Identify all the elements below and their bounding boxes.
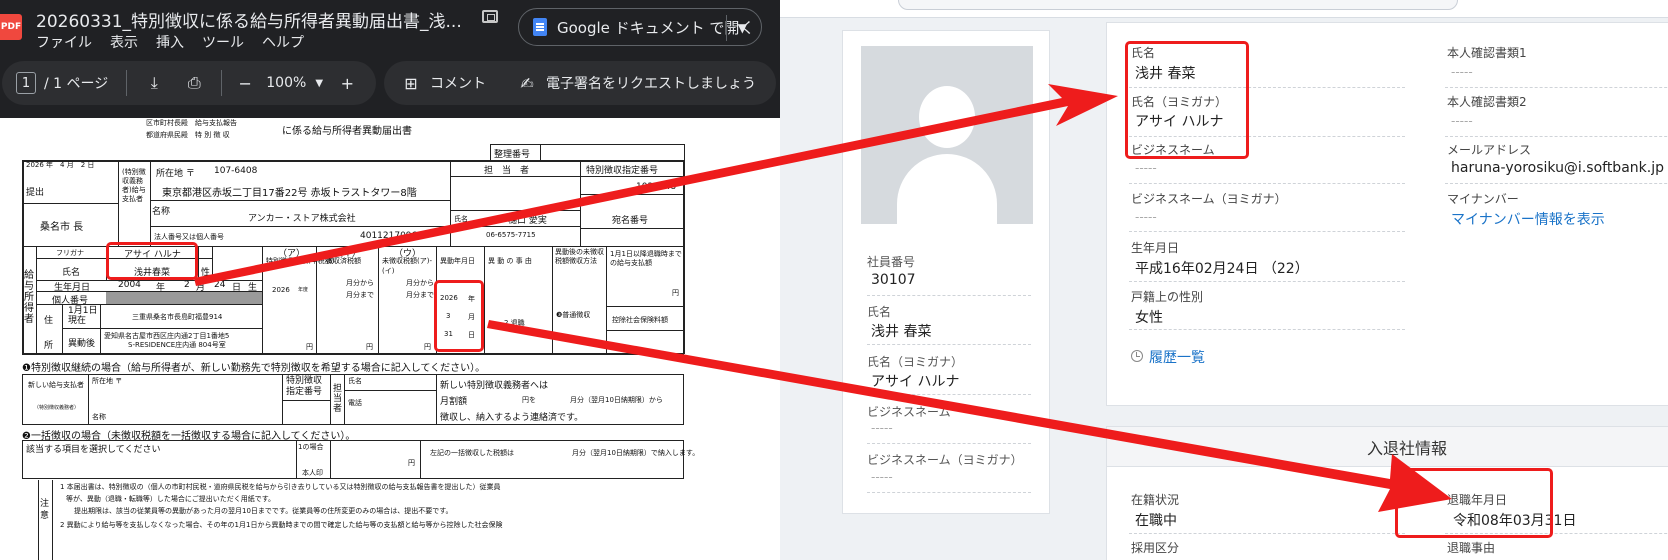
- signature-icon[interactable]: ✍: [516, 74, 538, 93]
- join-leave-title: 入退社情報: [1107, 427, 1668, 467]
- pdf-file-icon: PDF: [0, 14, 22, 40]
- profile-name: 浅井 春菜: [871, 324, 932, 340]
- jan1-address: 三重県桑名市長島町福豊914: [132, 313, 223, 321]
- highlight-hr-name: [1125, 41, 1249, 159]
- birth-day: 24: [214, 280, 226, 290]
- employee-number: 30107: [871, 272, 916, 288]
- hr-topbar: [780, 0, 1668, 18]
- menu-view[interactable]: 表示: [110, 32, 138, 52]
- pdf-page: 区市町村長殿 給与支払報告 都道府県民殿 特 別 徴 収 に係る給与所得者異動届…: [0, 118, 780, 560]
- comment-button[interactable]: コメント: [430, 73, 486, 93]
- annotation-group: ⊞ コメント ✍ 電子署名をリクエストしましょう: [384, 61, 776, 105]
- page-zoom-group: 1 / 1 ページ ⤓ ⎙ − 100% ▼ +: [2, 61, 376, 105]
- print-icon[interactable]: ⎙: [183, 73, 205, 93]
- open-with-label: Google ドキュメント で開く: [557, 18, 755, 37]
- hr-app: 社員番号 30107 氏名 浅井 春菜 氏名（ヨミガナ） アサイ ハルナ ビジネ…: [780, 0, 1668, 560]
- move-reason: 2 退職: [504, 319, 525, 327]
- company-address: 東京都港区赤坂二丁目17番22号 赤坂トラストタワー8階: [162, 188, 417, 199]
- menu-file[interactable]: ファイル: [36, 32, 92, 52]
- history-icon[interactable]: [1131, 350, 1143, 362]
- highlight-pdf-employee-name: [106, 242, 198, 280]
- mynumber-link[interactable]: マイナンバー情報を表示: [1451, 209, 1605, 229]
- highlight-hr-retire-date: [1395, 468, 1553, 538]
- pdf-viewer: PDF 20260331_特別徴収に係る給与所得者異動届出書_浅... ファイル…: [0, 0, 780, 560]
- zoom-out-icon[interactable]: −: [234, 74, 256, 93]
- avatar-body: [897, 154, 997, 224]
- info-birthdate: 平成16年02月24日 （22）: [1135, 261, 1309, 277]
- form-title: に係る給与所得者異動届出書: [282, 126, 412, 137]
- move-to-folder-icon[interactable]: [482, 10, 498, 23]
- open-with-google-docs-button[interactable]: Google ドキュメント で開く ▼: [518, 8, 762, 46]
- new-address-line2: S-RESIDENCE庄内通 804号室: [128, 341, 226, 349]
- menu-insert[interactable]: 挿入: [156, 32, 184, 52]
- google-docs-icon: [533, 18, 547, 36]
- highlight-pdf-move-date: [434, 280, 484, 352]
- menu-bar: ファイル 表示 挿入 ツール ヘルプ: [36, 32, 304, 52]
- birth-month: 2: [184, 280, 190, 290]
- avatar-head: [919, 86, 975, 148]
- menu-help[interactable]: ヘルプ: [262, 32, 304, 52]
- birth-year: 2004: [118, 280, 141, 290]
- contact-phone: 06-6575-7715: [486, 231, 536, 239]
- page-total: / 1 ページ: [44, 76, 109, 92]
- menu-tools[interactable]: ツール: [202, 32, 244, 52]
- company-name: アンカー・ストア株式会社: [248, 214, 356, 224]
- request-esign-button[interactable]: 電子署名をリクエストしましょう: [546, 73, 756, 93]
- search-bar[interactable]: [898, 0, 1458, 10]
- add-comment-icon[interactable]: ⊞: [400, 74, 422, 93]
- avatar: [861, 46, 1033, 224]
- info-sex: 女性: [1135, 310, 1163, 326]
- pdf-toolbar: 1 / 1 ページ ⤓ ⎙ − 100% ▼ + ⊞ コメント ✍ 電子署名をリ…: [0, 58, 780, 108]
- profile-kana: アサイ ハルナ: [871, 374, 960, 390]
- submit-date: 2026 年 4 月 2 日: [26, 161, 95, 169]
- profile-card: 社員番号 30107 氏名 浅井 春菜 氏名（ヨミガナ） アサイ ハルナ ビジネ…: [842, 30, 1050, 514]
- info-email: haruna-yorosiku@i.softbank.jp: [1451, 160, 1664, 176]
- zoom-dropdown-icon[interactable]: ▼: [308, 78, 330, 89]
- zoom-level[interactable]: 100%: [266, 75, 306, 91]
- basic-info-card: 氏名 浅井 春菜 氏名（ヨミガナ） アサイ ハルナ ビジネスネーム ----- …: [1106, 22, 1668, 406]
- pdf-viewer-header: PDF 20260331_特別徴収に係る給与所得者異動届出書_浅... ファイル…: [0, 0, 780, 118]
- join-leave-card: 入退社情報 在籍状況 在職中 採用区分 退職年月日 令和08年03月31日 退職…: [1106, 426, 1668, 560]
- page-number-input[interactable]: 1: [16, 72, 36, 94]
- corporate-number: 4011217096: [360, 231, 418, 241]
- employment-status: 在職中: [1135, 513, 1177, 529]
- download-icon[interactable]: ⤓: [143, 73, 165, 93]
- zoom-in-icon[interactable]: +: [336, 74, 358, 93]
- document-title[interactable]: 20260331_特別徴収に係る給与所得者異動届出書_浅...: [36, 7, 462, 32]
- history-link[interactable]: 履歴一覧: [1149, 347, 1205, 367]
- section1-title: ❶特別徴収継続の場合（給与所得者が、新しい勤務先で特別徴収を希望する場合に記入し…: [22, 363, 486, 374]
- contact-person: 樋口 愛実: [508, 216, 547, 226]
- chevron-down-icon[interactable]: ▼: [738, 21, 747, 35]
